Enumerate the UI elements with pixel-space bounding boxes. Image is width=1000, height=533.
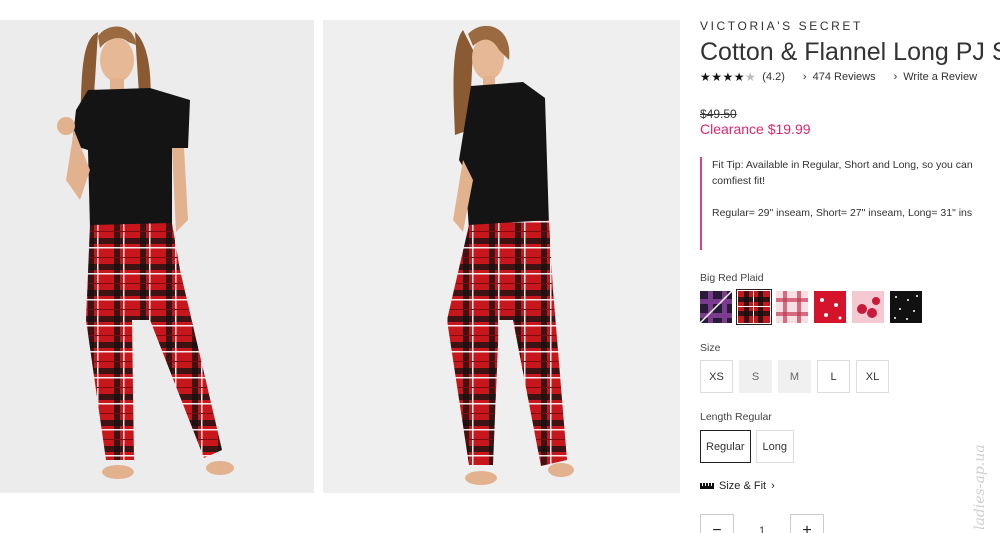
length-long[interactable]: Long — [755, 430, 795, 463]
black-dots-swatch-icon — [890, 291, 922, 323]
swatch-big-red-plaid[interactable] — [736, 289, 772, 325]
red-plaid-swatch-icon — [738, 291, 770, 323]
chevron-right-icon: › — [802, 71, 807, 83]
length-options: Regular Long — [700, 430, 795, 463]
fit-tip-inseam: Regular= 29" inseam, Short= 27" inseam, … — [712, 207, 973, 219]
swatch-cherry-print[interactable] — [852, 291, 884, 323]
product-photo-side[interactable] — [323, 20, 680, 493]
purple-plaid-swatch-icon — [700, 291, 732, 323]
size-xl[interactable]: XL — [856, 360, 889, 393]
pink-plaid-swatch-icon — [776, 291, 808, 323]
quantity-decrease-button[interactable]: − — [700, 514, 734, 533]
color-swatches — [700, 289, 922, 325]
fit-tip-line: Fit Tip: Available in Regular, Short and… — [712, 159, 973, 171]
size-fit-link[interactable]: Size & Fit › — [700, 480, 775, 492]
product-title: Cotton & Flannel Long PJ S — [700, 38, 1000, 66]
half-star-icon: ★ — [745, 70, 757, 84]
quantity-value[interactable]: 1 — [734, 525, 790, 533]
brand-name[interactable]: VICTORIA'S SECRET — [700, 19, 863, 33]
size-s[interactable]: S — [739, 360, 772, 393]
length-regular[interactable]: Regular — [700, 430, 751, 463]
write-review-link[interactable]: Write a Review — [903, 71, 977, 83]
color-label: Big Red Plaid — [700, 272, 764, 284]
star-rating[interactable]: ★★★★★ — [700, 70, 756, 84]
fit-tip: Fit Tip: Available in Regular, Short and… — [700, 157, 1000, 250]
quantity-stepper: − 1 + — [700, 514, 824, 533]
size-label: Size — [700, 342, 721, 354]
sale-price: Clearance $19.99 — [700, 121, 811, 137]
length-label: Length Regular — [700, 411, 772, 423]
red-print-swatch-icon — [814, 291, 846, 323]
size-options: XS S M L XL — [700, 360, 889, 393]
size-xs[interactable]: XS — [700, 360, 733, 393]
size-l[interactable]: L — [817, 360, 850, 393]
watermark: ladies-ap.ua — [972, 444, 988, 530]
quantity-increase-button[interactable]: + — [790, 514, 824, 533]
size-fit-label: Size & Fit — [719, 480, 767, 492]
ruler-icon — [700, 483, 714, 489]
swatch-red-print[interactable] — [814, 291, 846, 323]
model-side-illustration — [447, 25, 574, 485]
swatch-black-dots[interactable] — [890, 291, 922, 323]
cherry-print-swatch-icon — [852, 291, 884, 323]
reviews-link[interactable]: 474 Reviews — [813, 71, 876, 83]
size-m[interactable]: M — [778, 360, 811, 393]
fit-tip-line: comfiest fit! — [712, 175, 766, 187]
rating-score: (4.2) — [762, 71, 785, 83]
product-photo-front[interactable] — [0, 20, 314, 493]
swatch-pink-plaid[interactable] — [776, 291, 808, 323]
chevron-right-icon: › — [893, 71, 898, 83]
model-front-illustration — [57, 26, 234, 479]
original-price: $49.50 — [700, 107, 737, 121]
swatch-purple-plaid[interactable] — [700, 291, 732, 323]
chevron-right-icon: › — [771, 480, 775, 492]
rating-row: ★★★★★ (4.2) › 474 Reviews › Write a Revi… — [700, 70, 977, 84]
product-info-panel: VICTORIA'S SECRET Cotton & Flannel Long … — [700, 0, 1000, 533]
